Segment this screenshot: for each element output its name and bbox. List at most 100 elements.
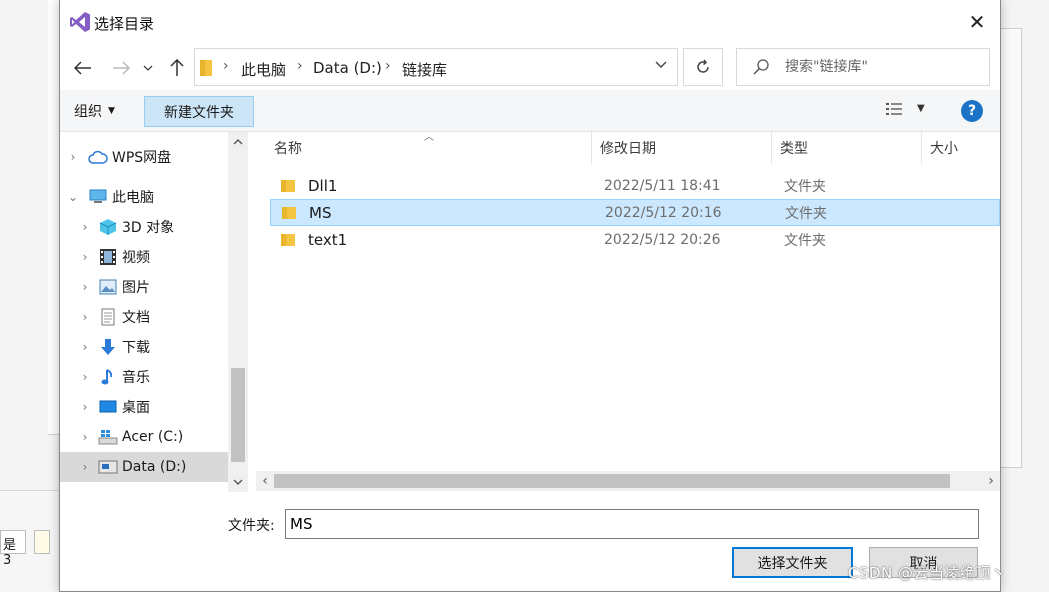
view-dropdown-icon[interactable]: ▼ (917, 103, 925, 114)
column-header-label: 名称 (274, 141, 302, 157)
file-name: Dll1 (308, 176, 338, 195)
column-header-label: 类型 (780, 141, 808, 157)
horizontal-scroll-thumb[interactable] (274, 474, 950, 488)
address-row: › 此电脑 › Data (D:) › 链接库 (60, 44, 1000, 90)
chevron-right-icon[interactable]: › (78, 280, 92, 294)
nav-item-wps-cloud[interactable]: › WPS网盘 (60, 142, 228, 172)
file-row-text1[interactable]: text1 2022/5/12 20:26 文件夹 (270, 226, 1000, 253)
nav-item-documents[interactable]: › 文档 (60, 302, 228, 332)
nav-item-label: 下载 (122, 340, 150, 356)
close-button[interactable]: ✕ (954, 0, 1000, 44)
navigation-pane: › WPS网盘 ⌄ 此电脑 › 3D 对象 › 视频 › 图片 › 文档 › 下… (60, 132, 248, 492)
background-tab[interactable]: 是 3 (0, 530, 26, 568)
scroll-left-icon[interactable]: ‹ (256, 471, 274, 491)
nav-item-drive-d[interactable]: › Data (D:) (60, 452, 228, 482)
toolbar: 组织 ▼ 新建文件夹 ▼ ? (60, 90, 1000, 132)
chevron-right-icon[interactable]: › (78, 340, 92, 354)
desktop-icon (98, 398, 118, 416)
nav-item-label: 音乐 (122, 370, 150, 386)
chevron-right-icon[interactable]: › (78, 400, 92, 414)
folder-name-input[interactable] (285, 509, 979, 539)
breadcrumb-separator[interactable]: › (297, 58, 303, 74)
chevron-right-icon[interactable]: › (78, 250, 92, 264)
address-bar[interactable]: › 此电脑 › Data (D:) › 链接库 (194, 48, 678, 86)
cube-icon (98, 218, 118, 236)
organize-button[interactable]: 组织 ▼ (74, 96, 115, 126)
folder-icon (281, 233, 295, 246)
back-arrow-icon (74, 61, 91, 75)
document-icon (98, 308, 118, 326)
select-folder-button[interactable]: 选择文件夹 (732, 547, 853, 578)
dialog-title: 选择目录 (94, 15, 155, 33)
drive-icon (98, 458, 118, 476)
file-row-dll1[interactable]: Dll1 2022/5/11 18:41 文件夹 (270, 172, 1000, 199)
column-header-label: 修改日期 (600, 141, 656, 157)
folder-icon (281, 179, 295, 192)
file-name: MS (309, 203, 332, 222)
forward-button[interactable] (108, 56, 134, 80)
new-folder-button[interactable]: 新建文件夹 (144, 96, 254, 127)
nav-scrollbar[interactable] (228, 132, 248, 492)
nav-item-label: 此电脑 (112, 190, 154, 206)
title-bar: 选择目录 ✕ (60, 0, 1000, 44)
nav-item-label: 视频 (122, 250, 150, 266)
chevron-right-icon[interactable]: › (78, 460, 92, 474)
search-input[interactable] (785, 49, 985, 85)
nav-item-videos[interactable]: › 视频 (60, 242, 228, 272)
nav-item-music[interactable]: › 音乐 (60, 362, 228, 392)
chevron-right-icon[interactable]: › (66, 150, 80, 164)
refresh-icon (697, 59, 709, 73)
nav-item-label: Acer (C:) (122, 429, 184, 445)
column-header-size[interactable]: 大小 (922, 132, 1000, 164)
nav-item-this-pc[interactable]: ⌄ 此电脑 (60, 182, 228, 212)
close-icon: ✕ (968, 10, 986, 34)
refresh-button[interactable] (683, 48, 723, 86)
scroll-down-icon[interactable] (228, 472, 248, 492)
back-button[interactable] (70, 56, 96, 80)
search-box[interactable] (736, 48, 990, 86)
chevron-right-icon[interactable]: › (78, 220, 92, 234)
nav-item-desktop[interactable]: › 桌面 (60, 392, 228, 422)
nav-item-pictures[interactable]: › 图片 (60, 272, 228, 302)
help-icon[interactable]: ? (961, 100, 983, 122)
breadcrumb-this-pc[interactable]: 此电脑 (241, 59, 286, 80)
up-button[interactable] (164, 56, 190, 80)
music-note-icon (98, 368, 118, 386)
nav-item-label: 文档 (122, 310, 150, 326)
organize-label: 组织 (74, 104, 102, 120)
scroll-up-icon[interactable] (228, 132, 248, 152)
background-tab-stub[interactable] (34, 530, 50, 554)
file-list-horizontal-scrollbar[interactable]: ‹ › (256, 471, 1000, 491)
column-header-name[interactable]: 名称 ︿ (256, 132, 592, 164)
nav-item-drive-c[interactable]: › Acer (C:) (60, 422, 228, 452)
chevron-down-icon (143, 65, 153, 71)
breadcrumb-separator[interactable]: › (223, 58, 229, 74)
chevron-right-icon[interactable]: › (78, 370, 92, 384)
up-arrow-icon (170, 59, 184, 76)
file-row-ms[interactable]: MS 2022/5/12 20:16 文件夹 (270, 199, 1000, 226)
column-header-type[interactable]: 类型 (772, 132, 922, 164)
nav-item-label: WPS网盘 (112, 150, 172, 166)
caret-down-icon: ▼ (108, 106, 115, 116)
folder-icon (282, 206, 296, 219)
view-options-icon[interactable] (884, 100, 904, 120)
column-header-date[interactable]: 修改日期 (592, 132, 772, 164)
file-date: 2022/5/12 20:16 (605, 204, 722, 221)
address-dropdown-button[interactable] (655, 58, 667, 73)
nav-scroll-thumb[interactable] (231, 368, 245, 462)
nav-item-label: Data (D:) (122, 459, 187, 475)
breadcrumb-data-drive[interactable]: Data (D:) (313, 59, 382, 77)
scroll-right-icon[interactable]: › (982, 471, 1000, 491)
picture-icon (98, 278, 118, 296)
nav-item-label: 3D 对象 (122, 220, 175, 236)
chevron-down-icon[interactable]: ⌄ (66, 190, 80, 204)
chevron-right-icon[interactable]: › (78, 430, 92, 444)
breadcrumb-separator[interactable]: › (385, 58, 391, 74)
chevron-right-icon[interactable]: › (78, 310, 92, 324)
recent-locations-button[interactable] (140, 56, 156, 80)
breadcrumb-link-library[interactable]: 链接库 (402, 59, 447, 80)
computer-icon (88, 188, 108, 206)
film-icon (98, 248, 118, 266)
nav-item-downloads[interactable]: › 下载 (60, 332, 228, 362)
nav-item-3d-objects[interactable]: › 3D 对象 (60, 212, 228, 242)
